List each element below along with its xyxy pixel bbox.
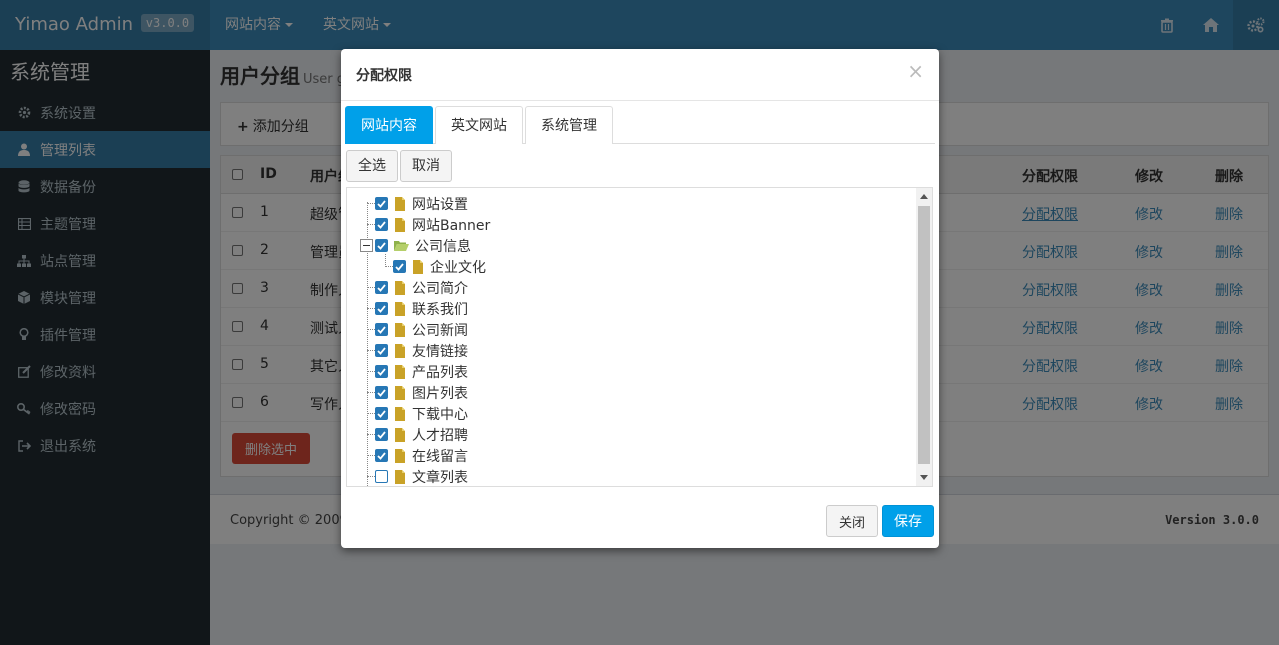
tree-node-label: 产品列表 [412,364,468,381]
tree-node-label: 联系我们 [412,301,468,318]
tree-node-company-profile[interactable]: 公司简介 [375,277,468,298]
close-button[interactable]: 关闭 [826,505,878,537]
tree-node-label: 下载中心 [412,406,468,423]
cancel-selection-button[interactable]: 取消 [400,150,452,182]
tree-node-product-list[interactable]: 产品列表 [375,361,468,382]
checkbox-checked-icon[interactable] [375,197,388,210]
checkbox-checked-icon[interactable] [393,260,406,273]
tree-node-label: 图片列表 [412,385,468,402]
checkbox-checked-icon[interactable] [375,323,388,336]
file-icon [395,217,405,232]
tree-node-label: 公司新闻 [412,322,468,339]
checkbox-unchecked-icon[interactable] [375,470,388,483]
file-icon [413,259,423,274]
tree-node-website-settings[interactable]: 网站设置 [375,193,468,214]
checkbox-checked-icon[interactable] [375,302,388,315]
tree-node-company-info[interactable]: 公司信息 [375,235,471,256]
tree-node-label: 在线留言 [412,448,468,465]
tree-node-article-list[interactable]: 文章列表 [375,466,468,486]
file-icon [395,196,405,211]
tree-node-download-center[interactable]: 下载中心 [375,403,468,424]
tab-system-management[interactable]: 系统管理 [525,106,613,144]
tree-node-label: 公司简介 [412,280,468,297]
modal-title: 分配权限 [356,68,412,84]
select-all-button[interactable]: 全选 [346,150,398,182]
save-button[interactable]: 保存 [882,505,934,537]
checkbox-checked-icon[interactable] [375,239,388,252]
file-icon [395,427,405,442]
file-icon [395,343,405,358]
file-icon [395,301,405,316]
tree-node-corporate-culture[interactable]: 企业文化 [393,256,486,277]
permission-tree: 网站设置 网站Banner 公司信息 企业文化 公司简介 联系我们 公司新闻 友… [346,187,933,487]
tree-node-recruitment[interactable]: 人才招聘 [375,424,468,445]
tree-node-friend-links[interactable]: 友情链接 [375,340,468,361]
checkbox-checked-icon[interactable] [375,449,388,462]
checkbox-checked-icon[interactable] [375,407,388,420]
minus-icon [363,245,370,246]
tree-node-contact-us[interactable]: 联系我们 [375,298,468,319]
modal-header: 分配权限 × [341,49,939,101]
file-icon [395,469,405,484]
tree-node-website-banner[interactable]: 网站Banner [375,214,490,235]
tab-english-site[interactable]: 英文网站 [435,106,523,144]
file-icon [395,406,405,421]
tree-node-label: 友情链接 [412,343,468,360]
permission-tabs: 网站内容 英文网站 系统管理 [345,106,935,144]
scroll-down-icon[interactable] [920,475,928,480]
checkbox-checked-icon[interactable] [375,344,388,357]
tree-node-company-news[interactable]: 公司新闻 [375,319,468,340]
tree-scrollbar[interactable] [916,188,932,486]
permission-modal: 分配权限 × 网站内容 英文网站 系统管理 全选 取消 网站设置 网站Banne… [341,49,939,548]
close-icon[interactable]: × [907,61,924,81]
checkbox-checked-icon[interactable] [375,428,388,441]
collapse-toggle-icon[interactable] [360,239,373,252]
tree-node-label: 网站Banner [412,217,491,234]
tree-node-online-message[interactable]: 在线留言 [375,445,468,466]
tree-node-label: 网站设置 [412,196,468,213]
file-icon [395,385,405,400]
tree-node-image-list[interactable]: 图片列表 [375,382,468,403]
scrollbar-thumb[interactable] [918,206,930,464]
tab-site-content[interactable]: 网站内容 [345,106,433,144]
file-icon [395,322,405,337]
scroll-up-icon[interactable] [920,194,928,199]
tree-node-label: 企业文化 [430,259,486,276]
tree-node-label: 公司信息 [415,238,471,255]
file-icon [395,364,405,379]
folder-open-icon [394,240,409,251]
file-icon [395,448,405,463]
tree-node-label: 文章列表 [412,469,468,486]
checkbox-checked-icon[interactable] [375,365,388,378]
checkbox-checked-icon[interactable] [375,386,388,399]
checkbox-checked-icon[interactable] [375,218,388,231]
file-icon [395,280,405,295]
checkbox-checked-icon[interactable] [375,281,388,294]
tree-node-label: 人才招聘 [412,427,468,444]
